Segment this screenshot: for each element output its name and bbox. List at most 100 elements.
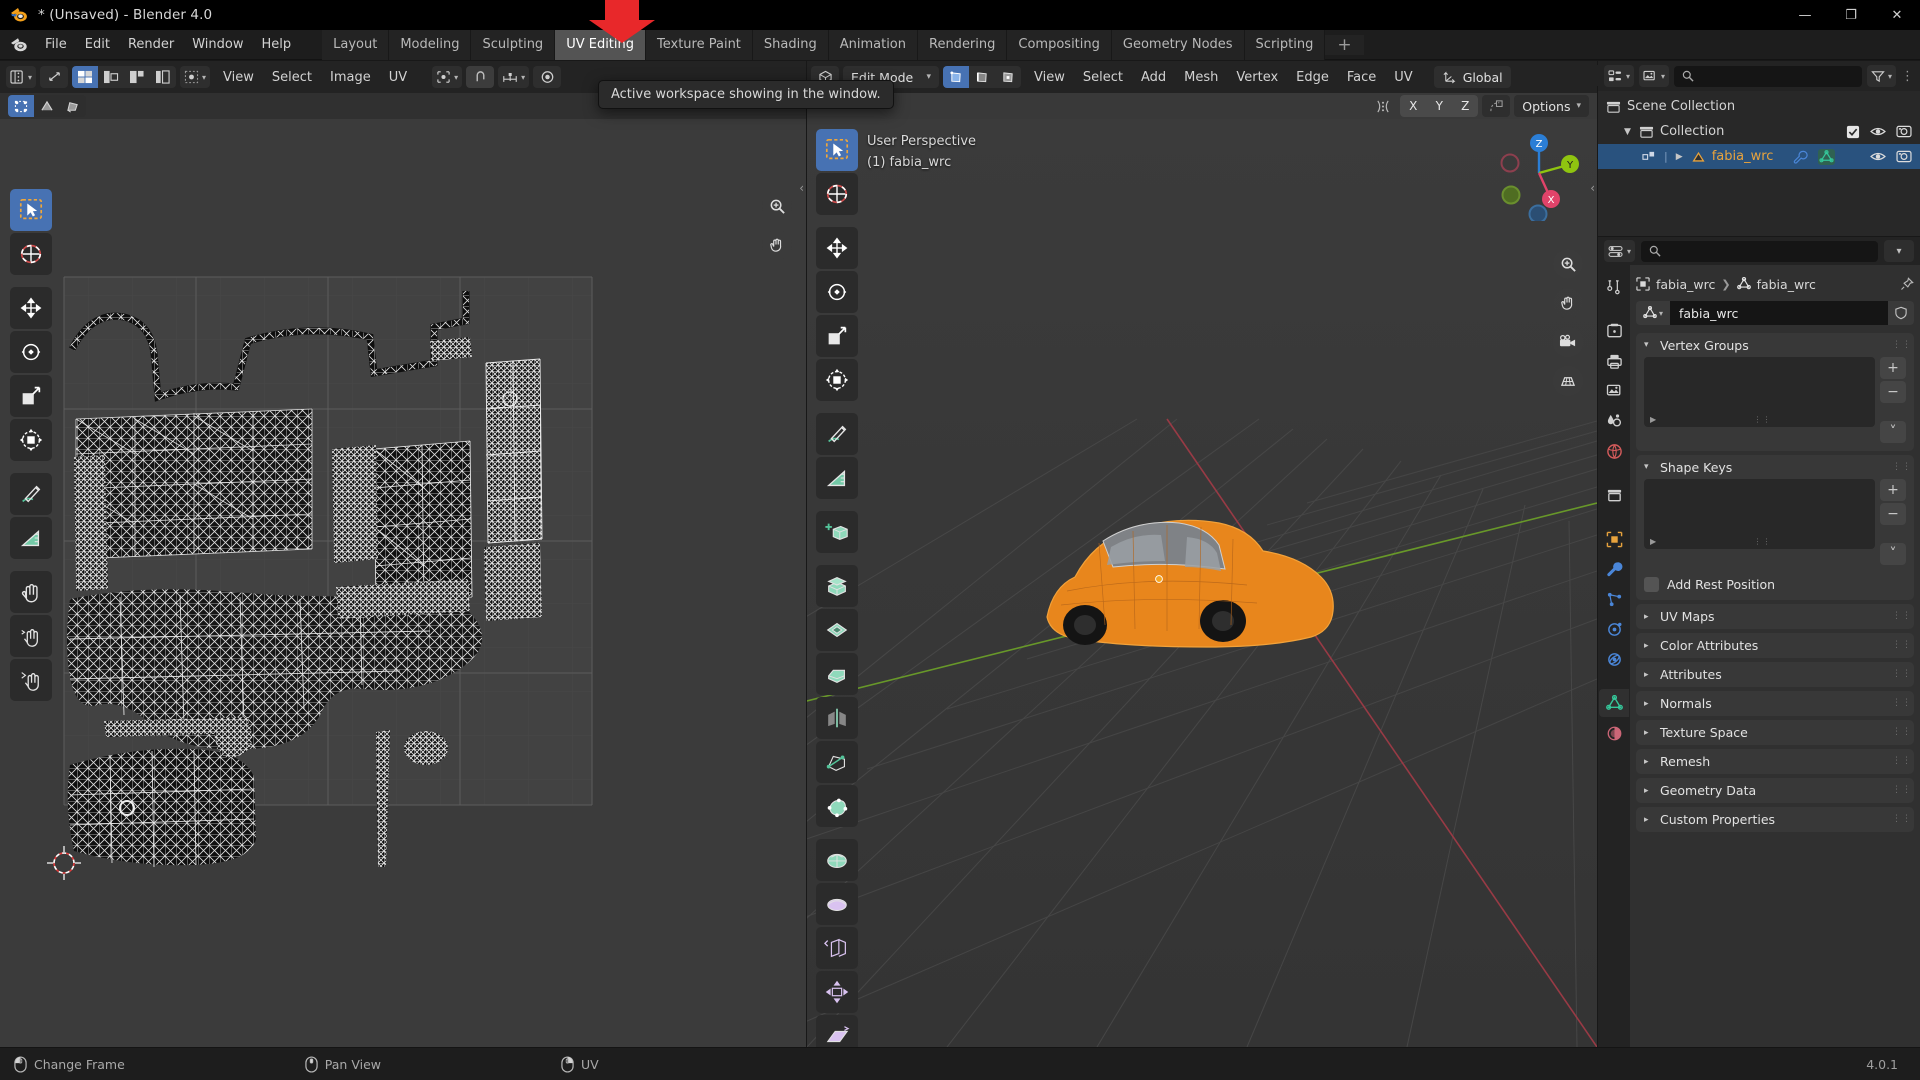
panel-expand-triangle[interactable]: ▸ — [1644, 815, 1653, 825]
panel-grip-icon[interactable]: ⋮⋮ — [1892, 670, 1911, 679]
fake-user-shield-icon[interactable] — [1888, 301, 1914, 325]
outliner-row-scene-collection[interactable]: Scene Collection — [1598, 94, 1920, 119]
properties-physics-tab[interactable] — [1599, 615, 1629, 643]
filter-icon[interactable]: ▾ — [1866, 65, 1896, 87]
viewport-inset-faces-tool[interactable] — [816, 609, 858, 651]
properties-panel-color-attributes[interactable]: ▸ Color Attributes ⋮⋮ — [1636, 633, 1914, 658]
mesh-name-field[interactable]: fabia_wrc — [1670, 301, 1888, 325]
workspace-tab-shading[interactable]: Shading — [752, 29, 829, 60]
uv-transform-tool[interactable] — [10, 419, 52, 461]
properties-panel-remesh[interactable]: ▸ Remesh ⋮⋮ — [1636, 749, 1914, 774]
uv-cursor-tool[interactable] — [10, 233, 52, 275]
transform-orientation-dropdown[interactable]: Global — [1433, 66, 1511, 88]
zoom-gizmo[interactable] — [762, 191, 792, 221]
viewport-menu-mesh[interactable]: Mesh — [1175, 67, 1227, 88]
list-specials-menu-button[interactable]: ˅ — [1880, 421, 1906, 443]
properties-constraint-tab[interactable] — [1599, 645, 1629, 673]
add-rest-position-row[interactable]: Add Rest Position — [1636, 573, 1914, 600]
uv-display-mode-full[interactable] — [150, 66, 176, 88]
outliner-options-icon[interactable]: ⋮ — [1901, 69, 1914, 84]
properties-material-tab[interactable] — [1599, 719, 1629, 747]
viewport-scale-tool[interactable] — [816, 315, 858, 357]
viewport-menu-edge[interactable]: Edge — [1287, 67, 1338, 88]
uv-menu-view[interactable]: View — [214, 67, 263, 88]
properties-output-tab[interactable] — [1599, 347, 1629, 375]
outliner-display-mode-button[interactable]: ▾ — [1639, 65, 1670, 87]
properties-panel-normals[interactable]: ▸ Normals ⋮⋮ — [1636, 691, 1914, 716]
viewport-transform-tool[interactable] — [816, 359, 858, 401]
pin-id-icon[interactable] — [1900, 277, 1914, 291]
list-expand-triangle[interactable]: ▶ — [1650, 537, 1656, 546]
list-resize-grip[interactable]: ⋮⋮ — [1754, 415, 1772, 424]
viewport-poly-build-tool[interactable] — [816, 785, 858, 827]
uv-snap-target-button[interactable]: ▾ — [498, 66, 530, 88]
uv-snapping-toggle[interactable] — [466, 66, 495, 88]
uv-menu-select[interactable]: Select — [263, 67, 321, 88]
viewport-add-cube-tool[interactable] — [816, 511, 858, 553]
panel-header[interactable]: ▾ Shape Keys ⋮⋮ — [1636, 455, 1914, 479]
uv-display-mode-mask[interactable] — [124, 66, 150, 88]
list-add-button[interactable]: + — [1880, 357, 1906, 379]
uv-select-mode-button[interactable]: ▾ — [180, 66, 211, 88]
edge-select-mode[interactable] — [969, 66, 995, 88]
outliner-editor-type-button[interactable]: ▾ — [1604, 65, 1635, 87]
viewport-menu-face[interactable]: Face — [1338, 67, 1385, 88]
viewport-menu-add[interactable]: Add — [1132, 67, 1175, 88]
panel-expand-triangle[interactable]: ▸ — [1644, 757, 1653, 767]
uv-move-tool[interactable] — [10, 287, 52, 329]
uv-select-mode-group[interactable] — [8, 95, 86, 117]
axis-lock-z[interactable]: Z — [1452, 95, 1479, 117]
mirror-options-button[interactable] — [1482, 95, 1511, 117]
workspace-tab-texture-paint[interactable]: Texture Paint — [646, 29, 753, 60]
panel-expand-triangle[interactable]: ▸ — [1644, 786, 1653, 796]
list-remove-button[interactable]: − — [1880, 381, 1906, 403]
panel-grip-icon[interactable]: ⋮⋮ — [1892, 612, 1911, 621]
properties-object-tab[interactable] — [1599, 525, 1629, 553]
axis-lock-y[interactable]: Y — [1426, 95, 1453, 117]
panel-header[interactable]: ▾ Vertex Groups ⋮⋮ — [1636, 333, 1914, 357]
viewport-shrink-fatten-tool[interactable] — [816, 971, 858, 1013]
viewport-annotate-tool[interactable] — [816, 413, 858, 455]
viewport-menu-view[interactable]: View — [1025, 67, 1074, 88]
viewport-knife-tool[interactable] — [816, 741, 858, 783]
panel-grip-icon[interactable]: ⋮⋮ — [1892, 340, 1911, 349]
panel-collapse-triangle[interactable]: ▾ — [1644, 462, 1653, 472]
list-add-button[interactable]: + — [1880, 479, 1906, 501]
outliner-row-collection[interactable]: ▼ Collection — [1598, 119, 1920, 144]
panel-expand-triangle[interactable]: ▸ — [1644, 670, 1653, 680]
uv-scale-tool[interactable] — [10, 375, 52, 417]
viewport-bevel-tool[interactable] — [816, 653, 858, 695]
list-expand-triangle[interactable]: ▶ — [1650, 415, 1656, 424]
workspace-tab-scripting[interactable]: Scripting — [1244, 29, 1326, 60]
camera-view-gizmo[interactable] — [1553, 327, 1583, 357]
viewport-menu-uv[interactable]: UV — [1385, 67, 1421, 88]
uv-relax-tool[interactable] — [10, 615, 52, 657]
menu-item-file[interactable]: File — [36, 33, 76, 56]
options-dropdown[interactable]: Options ▾ — [1514, 95, 1589, 117]
viewport-move-tool[interactable] — [816, 227, 858, 269]
uv-vertex-select-mode[interactable] — [8, 95, 34, 117]
proportional-editing-icon[interactable] — [1370, 95, 1396, 117]
panel-grip-icon[interactable]: ⋮⋮ — [1892, 757, 1911, 766]
properties-collection-tab[interactable] — [1599, 481, 1629, 509]
uv-menu-uv[interactable]: UV — [380, 67, 416, 88]
add-rest-position-checkbox[interactable] — [1644, 577, 1659, 592]
uv-rotate-tool[interactable] — [10, 331, 52, 373]
viewport-shear-tool[interactable] — [816, 1015, 858, 1047]
uv-grab-tool[interactable] — [10, 571, 52, 613]
viewport-extrude-region-tool[interactable] — [816, 565, 858, 607]
properties-modifier-tab[interactable] — [1599, 555, 1629, 583]
properties-panel-texture-space[interactable]: ▸ Texture Space ⋮⋮ — [1636, 720, 1914, 745]
uv-tweak-tool[interactable] — [10, 189, 52, 231]
uv-region-toggle-arrow[interactable]: ‹ — [799, 181, 804, 195]
uv-pivot-point-button[interactable]: ▾ — [432, 66, 463, 88]
viewport-spin-tool[interactable] — [816, 839, 858, 881]
pan-gizmo[interactable] — [762, 230, 792, 260]
workspace-tab-layout[interactable]: Layout — [322, 29, 390, 60]
mesh-select-mode-group[interactable] — [943, 66, 1021, 88]
uv-proportional-edit-toggle[interactable] — [533, 66, 562, 88]
list-resize-grip[interactable]: ⋮⋮ — [1754, 537, 1772, 546]
outliner-search-input[interactable] — [1674, 65, 1862, 87]
outliner-restrict-eye[interactable] — [1870, 150, 1886, 163]
blender-menu-icon[interactable] — [6, 32, 32, 58]
